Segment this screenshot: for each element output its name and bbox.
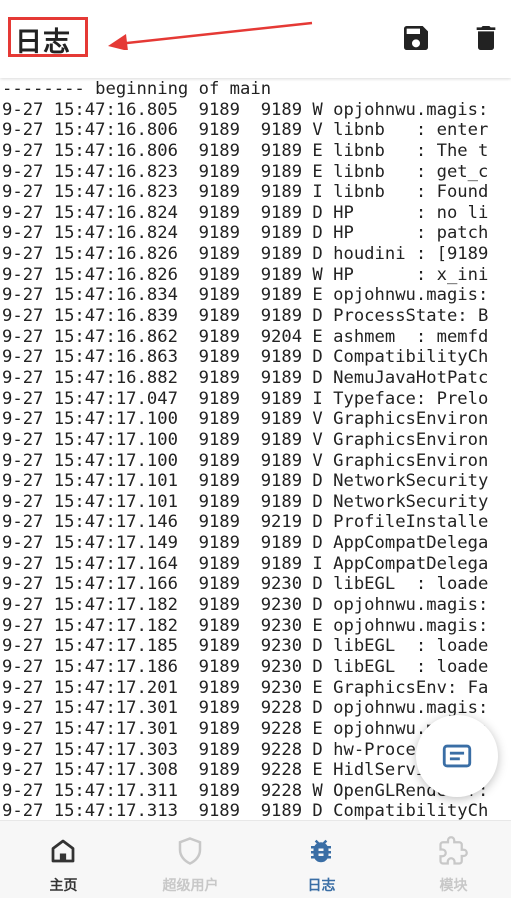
nav-label-modules: 模块 bbox=[439, 878, 468, 894]
log-line: 9-27 15:47:17.201 9189 9230 E GraphicsEn… bbox=[2, 677, 489, 698]
log-line: 9-27 15:47:16.823 9189 9189 E libnb : ge… bbox=[2, 161, 489, 182]
log-line: 9-27 15:47:17.185 9189 9230 D libEGL : l… bbox=[2, 636, 489, 657]
trash-icon bbox=[476, 26, 496, 50]
log-view[interactable]: -------- beginning of main 9-27 15:47:16.… bbox=[0, 78, 511, 821]
home-icon bbox=[51, 839, 75, 863]
log-line: 9-27 15:47:17.164 9189 9189 I AppCompatD… bbox=[2, 553, 489, 574]
log-line: 9-27 15:47:17.100 9189 9189 V GraphicsEn… bbox=[2, 450, 489, 471]
log-line: 9-27 15:47:17.100 9189 9189 V GraphicsEn… bbox=[2, 429, 489, 450]
log-line: 9-27 15:47:17.182 9189 9230 D opjohnwu.m… bbox=[2, 595, 489, 616]
page-title: 日志 bbox=[15, 27, 71, 58]
save-log-fab[interactable] bbox=[416, 715, 498, 797]
nav-item-home[interactable]: 主页 bbox=[0, 821, 127, 898]
delete-button[interactable] bbox=[470, 22, 502, 54]
log-line: 9-27 15:47:17.313 9189 9189 D Compatibil… bbox=[2, 801, 489, 821]
log-line: 9-27 15:47:17.182 9189 9230 E opjohnwu.m… bbox=[2, 615, 489, 636]
log-line: 9-27 15:47:16.824 9189 9189 D HP : no li bbox=[2, 202, 489, 223]
log-line: 9-27 15:47:17.101 9189 9189 D NetworkSec… bbox=[2, 491, 489, 512]
bottom-navigation: 主页 超级用户 日志 模块 bbox=[0, 820, 511, 898]
log-line: 9-27 15:47:16.806 9189 9189 E libnb : Th… bbox=[2, 140, 489, 161]
log-line: -------- beginning of main bbox=[2, 79, 272, 99]
log-line: 9-27 15:47:17.186 9189 9230 D libEGL : l… bbox=[2, 656, 489, 677]
log-line: 9-27 15:47:17.166 9189 9230 D libEGL : l… bbox=[2, 574, 489, 595]
log-line: 9-27 15:47:16.805 9189 9189 W opjohnwu.m… bbox=[2, 99, 489, 120]
log-line: 9-27 15:47:16.826 9189 9189 W HP : x_ini bbox=[2, 264, 489, 285]
log-line: 9-27 15:47:16.823 9189 9189 I libnb : Fo… bbox=[2, 182, 489, 203]
nav-label-superuser: 超级用户 bbox=[162, 878, 219, 894]
log-line: 9-27 15:47:17.301 9189 9228 D opjohnwu.m… bbox=[2, 698, 489, 719]
log-line: 9-27 15:47:17.047 9189 9189 I Typeface: … bbox=[2, 388, 489, 409]
log-line: 9-27 15:47:16.826 9189 9189 D houdini : … bbox=[2, 244, 489, 265]
log-line: 9-27 15:47:16.834 9189 9189 E opjohnwu.m… bbox=[2, 285, 489, 306]
log-line: 9-27 15:47:17.100 9189 9189 V GraphicsEn… bbox=[2, 409, 489, 430]
puzzle-icon bbox=[439, 836, 468, 865]
log-line: 9-27 15:47:16.839 9189 9189 D ProcessSta… bbox=[2, 306, 489, 327]
log-line: 9-27 15:47:17.146 9189 9219 D ProfileIns… bbox=[2, 512, 489, 533]
document-icon bbox=[442, 744, 472, 768]
nav-label-log: 日志 bbox=[307, 878, 336, 894]
log-line: 9-27 15:47:16.863 9189 9189 D Compatibil… bbox=[2, 347, 489, 368]
nav-item-superuser[interactable]: 超级用户 bbox=[127, 821, 254, 898]
log-line: 9-27 15:47:16.862 9189 9204 E ashmem : m… bbox=[2, 326, 489, 347]
log-line: 9-27 15:47:17.101 9189 9189 D NetworkSec… bbox=[2, 471, 489, 492]
nav-item-log[interactable]: 日志 bbox=[258, 821, 385, 898]
log-line: 9-27 15:47:16.882 9189 9189 D NemuJavaHo… bbox=[2, 367, 489, 388]
bug-icon bbox=[311, 839, 331, 863]
log-line: 9-27 15:47:17.149 9189 9189 D AppCompatD… bbox=[2, 533, 489, 554]
log-line: 9-27 15:47:16.824 9189 9189 D HP : patch bbox=[2, 223, 489, 244]
top-app-bar: 日志 bbox=[0, 0, 511, 78]
save-icon bbox=[404, 26, 428, 50]
nav-label-home: 主页 bbox=[49, 878, 78, 894]
nav-item-modules[interactable]: 模块 bbox=[390, 821, 511, 898]
annotation-arrow-icon bbox=[108, 21, 313, 50]
shield-icon bbox=[178, 837, 202, 865]
log-line: 9-27 15:47:16.806 9189 9189 V libnb : en… bbox=[2, 120, 489, 141]
save-button[interactable] bbox=[400, 22, 432, 54]
